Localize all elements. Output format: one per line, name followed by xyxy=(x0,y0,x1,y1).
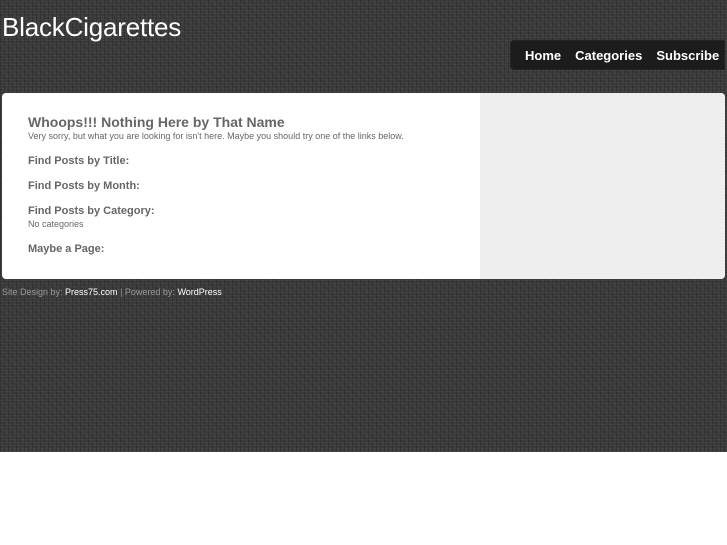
not-found-message: Very sorry, but what you are looking for… xyxy=(28,131,404,141)
content-area: Whoops!!! Nothing Here by That Name Very… xyxy=(2,93,725,279)
nav-item-subscribe[interactable]: Subscribe xyxy=(656,48,719,63)
footer-powered-label: | Powered by: xyxy=(117,287,178,297)
main-nav: Home Categories Subscribe xyxy=(510,40,725,70)
find-by-category-heading: Find Posts by Category: xyxy=(28,205,155,217)
find-by-title-heading: Find Posts by Title: xyxy=(28,155,130,167)
nav-item-categories[interactable]: Categories xyxy=(575,48,642,63)
footer-press75-link[interactable]: Press75.com xyxy=(65,287,118,297)
sidebar xyxy=(480,93,725,279)
footer-design-label: Site Design by: xyxy=(2,287,66,297)
page-title: Whoops!!! Nothing Here by That Name xyxy=(28,114,285,130)
site-title[interactable]: BlackCigarettes xyxy=(2,12,181,43)
main-column: Whoops!!! Nothing Here by That Name Very… xyxy=(2,93,480,279)
no-categories-text: No categories xyxy=(28,219,84,229)
footer: Site Design by: Press75.com | Powered by… xyxy=(2,287,222,297)
find-by-month-heading: Find Posts by Month: xyxy=(28,180,140,192)
footer-wordpress-link[interactable]: WordPress xyxy=(177,287,221,297)
maybe-a-page-heading: Maybe a Page: xyxy=(28,243,105,255)
nav-item-home[interactable]: Home xyxy=(525,48,561,63)
